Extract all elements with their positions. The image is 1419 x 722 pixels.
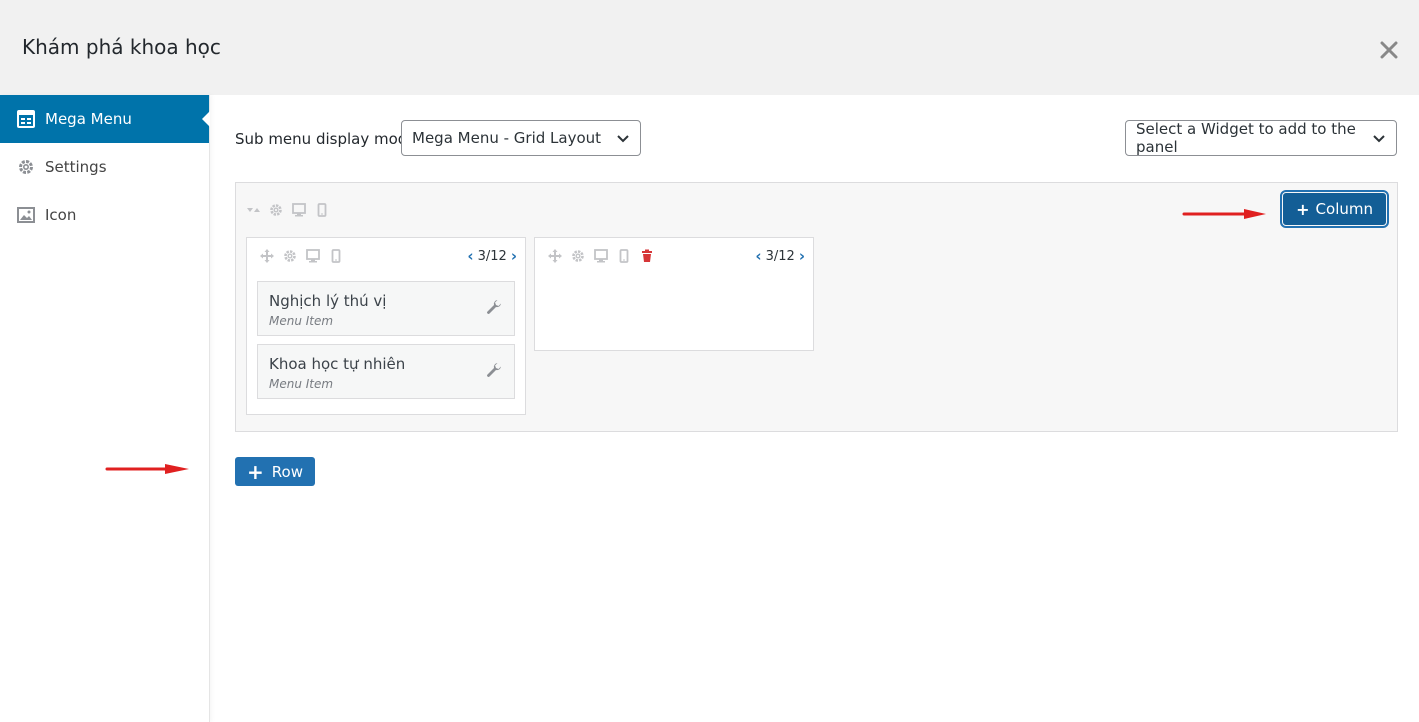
plus-icon: +	[1296, 199, 1310, 219]
sidebar-item-settings[interactable]: Settings	[0, 143, 209, 191]
menu-item-title: Nghịch lý thú vị	[269, 292, 387, 310]
gear-icon[interactable]	[283, 249, 297, 263]
close-icon[interactable]	[1377, 38, 1401, 62]
display-mode-label: Sub menu display mode	[235, 130, 417, 148]
display-mode-value: Mega Menu - Grid Layout	[412, 129, 602, 147]
sidebar-item-label: Icon	[45, 206, 77, 224]
chevron-left-icon[interactable]: ‹	[467, 247, 473, 265]
display-mode-select[interactable]: Mega Menu - Grid Layout	[401, 120, 641, 156]
annotation-arrow	[105, 464, 189, 474]
wrench-icon[interactable]	[486, 362, 502, 378]
chevron-right-icon[interactable]: ›	[511, 247, 517, 265]
menu-item-type: Menu Item	[269, 314, 334, 328]
widget-select[interactable]: Select a Widget to add to the panel	[1125, 120, 1397, 156]
add-row-label: Row	[271, 462, 303, 481]
gear-icon[interactable]	[571, 249, 585, 263]
modal-title: Khám phá khoa học	[22, 35, 221, 59]
menu-item-title: Khoa học tự nhiên	[269, 355, 406, 373]
mobile-icon[interactable]	[315, 203, 329, 217]
column-size-control: ‹ 3/12 ›	[755, 247, 805, 265]
row-tools	[246, 203, 329, 217]
column-tools	[260, 249, 343, 263]
column-size-control: ‹ 3/12 ›	[467, 247, 517, 265]
column-size: 3/12	[765, 248, 795, 264]
main-panel: Sub menu display mode Mega Menu - Grid L…	[210, 95, 1419, 722]
menu-column: ‹ 3/12 ›	[534, 237, 814, 351]
modal-header: Khám phá khoa học	[0, 0, 1419, 95]
trash-icon[interactable]	[640, 249, 654, 263]
desktop-icon[interactable]	[594, 249, 608, 263]
wrench-icon[interactable]	[486, 299, 502, 315]
chevron-down-icon	[1372, 132, 1386, 146]
sidebar-item-label: Mega Menu	[45, 110, 132, 128]
column-size: 3/12	[477, 248, 507, 264]
annotation-arrow	[1182, 209, 1266, 219]
gear-icon	[17, 158, 35, 176]
chevron-right-icon[interactable]: ›	[799, 247, 805, 265]
sidebar-item-label: Settings	[45, 158, 107, 176]
sidebar-item-mega-menu[interactable]: Mega Menu	[0, 95, 210, 143]
menu-item-card[interactable]: Khoa học tự nhiên Menu Item	[257, 344, 515, 399]
add-column-button[interactable]: + Column	[1280, 190, 1389, 228]
menu-item-card[interactable]: Nghịch lý thú vị Menu Item	[257, 281, 515, 336]
mobile-icon[interactable]	[329, 249, 343, 263]
mobile-icon[interactable]	[617, 249, 631, 263]
move-icon[interactable]	[260, 249, 274, 263]
gear-icon[interactable]	[269, 203, 283, 217]
column-tools	[548, 249, 654, 263]
menu-item-type: Menu Item	[269, 377, 334, 391]
desktop-icon[interactable]	[292, 203, 306, 217]
image-icon	[17, 206, 35, 224]
chevron-down-icon	[616, 132, 630, 146]
move-icon[interactable]	[548, 249, 562, 263]
collapse-icon[interactable]	[246, 203, 260, 217]
menu-column: ‹ 3/12 › Nghịch lý thú vị Menu Item Khoa…	[246, 237, 526, 415]
sidebar: Mega Menu Settings Icon	[0, 95, 210, 722]
desktop-icon[interactable]	[306, 249, 320, 263]
sidebar-item-icon[interactable]: Icon	[0, 191, 209, 239]
grid-icon	[17, 110, 35, 128]
widget-select-value: Select a Widget to add to the panel	[1136, 120, 1356, 156]
add-column-label: Column	[1315, 200, 1373, 218]
add-row-button[interactable]: + Row	[235, 457, 315, 486]
plus-icon: +	[247, 459, 264, 484]
chevron-left-icon[interactable]: ‹	[755, 247, 761, 265]
